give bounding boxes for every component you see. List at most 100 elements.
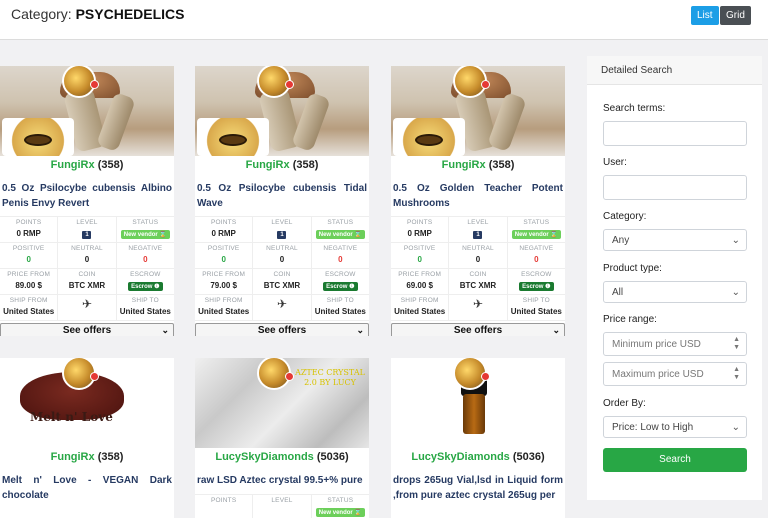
listing-card[interactable]: FungiRx (358) 0.5 Oz Psilocybe cubensis … <box>0 66 174 336</box>
order-by-label: Order By: <box>603 398 646 409</box>
category-select[interactable]: Any ⌄ <box>603 229 747 251</box>
ship-to-label: SHIP TO <box>522 297 550 304</box>
product-type-label: Product type: <box>603 263 662 274</box>
top-bar: Category: PSYCHEDELICS List Grid <box>0 0 768 40</box>
user-input[interactable] <box>603 175 747 200</box>
coin-value: BTC XMR <box>68 281 106 290</box>
coin-label: COIN <box>469 271 487 278</box>
min-price-placeholder: Minimum price USD <box>612 339 701 350</box>
panel-heading: Detailed Search <box>587 56 762 85</box>
status-badge: New vendor ⌛ <box>315 230 365 239</box>
ship-from-value: United States <box>3 307 55 316</box>
level-label: LEVEL <box>271 497 293 504</box>
search-button[interactable]: Search <box>603 448 747 472</box>
vendor-line: FungiRx (358) <box>391 159 565 175</box>
product-title-link[interactable]: drops 265ug Vial,lsd in Liquid form ,fro… <box>391 473 565 505</box>
vendor-name-link[interactable]: LucySkyDiamonds <box>411 451 509 463</box>
min-price-input[interactable]: Minimum price USD ▲ ▼ <box>603 332 747 356</box>
listing-card[interactable]: AZTEC CRYSTAL 2.0 BY LUCY LucySkyDiamond… <box>195 358 369 518</box>
neutral-label: NEUTRAL <box>462 245 494 252</box>
points-value: 0 RMP <box>16 229 41 238</box>
points-label: POINTS <box>210 219 237 226</box>
product-title-link[interactable]: 0.5 Oz Psilocybe cubensis Tidal Wave <box>195 181 369 213</box>
product-image[interactable] <box>195 66 369 156</box>
listing-card[interactable]: Melt n' Love FungiRx (358) Melt n' Love … <box>0 358 174 518</box>
see-offers-dropdown[interactable]: See offers ⌄ <box>195 323 369 336</box>
stats-grid: POINTS 0 RMP LEVEL 1 STATUS New vendor ⌛ PO… <box>195 216 369 321</box>
chevron-down-icon: ⌄ <box>731 235 740 246</box>
vendor-name-link[interactable]: FungiRx <box>51 451 95 463</box>
category-select-value: Any <box>612 235 630 246</box>
status-dot-icon <box>481 80 490 89</box>
escrow-label: ESCROW <box>521 271 552 278</box>
listing-card[interactable]: FungiRx (358) 0.5 Oz Golden Teacher Pote… <box>391 66 565 336</box>
spinner-icon[interactable]: ▲ ▼ <box>733 366 740 382</box>
price-value: 69.00 $ <box>406 281 434 290</box>
points-label: POINTS <box>406 219 433 226</box>
coin-label: COIN <box>273 271 291 278</box>
ship-to-value: United States <box>314 307 366 316</box>
ship-to-value: United States <box>119 307 171 316</box>
points-value: 0 RMP <box>407 229 432 238</box>
neutral-value: 0 <box>84 255 90 264</box>
ship-to-value: United States <box>510 307 562 316</box>
escrow-label: ESCROW <box>130 271 161 278</box>
vendor-count: (5036) <box>512 451 545 463</box>
escrow-badge: Escrow ❶ <box>519 282 554 291</box>
vendor-logo-image <box>197 118 269 156</box>
positive-label: POSITIVE <box>207 245 240 252</box>
product-title-link[interactable]: 0.5 Oz Golden Teacher Potent Mushrooms <box>391 181 565 213</box>
max-price-placeholder: Maximum price USD <box>612 369 704 380</box>
product-image[interactable]: Melt n' Love <box>0 358 174 448</box>
list-view-button[interactable]: List <box>691 6 719 25</box>
search-terms-input[interactable] <box>603 121 747 146</box>
product-image[interactable]: AZTEC CRYSTAL 2.0 BY LUCY <box>195 358 369 448</box>
positive-value: 0 <box>221 255 226 264</box>
negative-value: 0 <box>143 255 148 264</box>
price-range-label: Price range: <box>603 314 657 325</box>
see-offers-dropdown[interactable]: See offers ⌄ <box>0 323 174 336</box>
see-offers-label: See offers <box>257 325 307 336</box>
product-type-select[interactable]: All ⌄ <box>603 281 747 303</box>
status-label: STATUS <box>327 497 354 504</box>
listing-card[interactable]: FungiRx (358) 0.5 Oz Psilocybe cubensis … <box>195 66 369 336</box>
see-offers-dropdown[interactable]: See offers ⌄ <box>391 323 565 336</box>
status-badge: New vendor ⌛ <box>315 508 365 517</box>
status-label: STATUS <box>132 219 159 226</box>
negative-label: NEGATIVE <box>128 245 163 252</box>
product-type-select-value: All <box>612 287 624 298</box>
status-dot-icon <box>285 372 294 381</box>
vendor-logo-image <box>2 118 74 156</box>
level-label: LEVEL <box>76 219 98 226</box>
grid-view-button[interactable]: Grid <box>720 6 751 25</box>
negative-label: NEGATIVE <box>323 245 358 252</box>
see-offers-label: See offers <box>62 325 112 336</box>
vendor-name-link[interactable]: FungiRx <box>246 159 290 171</box>
price-value: 79.00 $ <box>210 281 238 290</box>
listing-card[interactable]: LucySkyDiamonds (5036) drops 265ug Vial,… <box>391 358 565 518</box>
vendor-name-link[interactable]: LucySkyDiamonds <box>215 451 313 463</box>
vendor-line: LucySkyDiamonds (5036) <box>391 451 565 467</box>
product-title-link[interactable]: raw LSD Aztec crystal 99.5+% pure <box>195 473 369 491</box>
ship-from-label: SHIP FROM <box>400 297 439 304</box>
vendor-count: (358) <box>292 159 319 171</box>
points-label: POINTS <box>210 497 237 504</box>
product-image[interactable] <box>0 66 174 156</box>
vendor-line: FungiRx (358) <box>0 451 174 467</box>
price-value: 89.00 $ <box>15 281 43 290</box>
product-title-link[interactable]: 0.5 Oz Psilocybe cubensis Albino Penis E… <box>0 181 174 213</box>
see-offers-label: See offers <box>453 325 503 336</box>
spinner-icon[interactable]: ▲ ▼ <box>733 336 740 352</box>
max-price-input[interactable]: Maximum price USD ▲ ▼ <box>603 362 747 386</box>
chevron-down-icon: ⌄ <box>552 325 560 335</box>
vendor-name-link[interactable]: FungiRx <box>442 159 486 171</box>
status-dot-icon <box>90 80 99 89</box>
ship-from-value: United States <box>394 307 446 316</box>
product-image[interactable] <box>391 66 565 156</box>
vendor-line: FungiRx (358) <box>195 159 369 175</box>
positive-label: POSITIVE <box>12 245 45 252</box>
vendor-name-link[interactable]: FungiRx <box>51 159 95 171</box>
product-image[interactable] <box>391 358 565 448</box>
order-by-select[interactable]: Price: Low to High ⌄ <box>603 416 747 438</box>
product-title-link[interactable]: Melt n' Love - VEGAN Dark chocolate <box>0 473 174 505</box>
